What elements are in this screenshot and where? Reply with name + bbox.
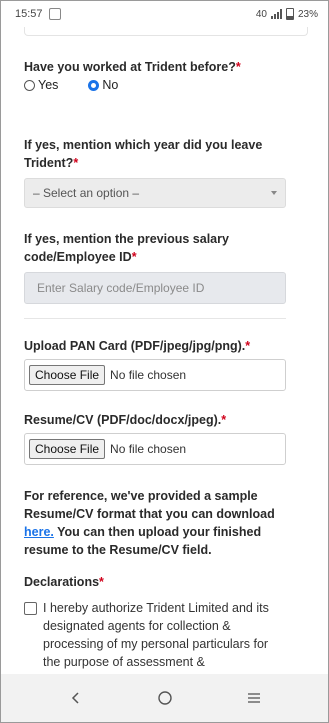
battery-icon xyxy=(285,8,294,20)
declaration-checkbox[interactable] xyxy=(24,602,37,615)
salary-code-input[interactable]: Enter Salary code/Employee ID xyxy=(24,272,286,304)
section-divider xyxy=(24,318,286,319)
battery-level: 23% xyxy=(297,8,318,20)
resume-file-status: No file chosen xyxy=(110,442,187,456)
worked-before-question: Have you worked at Trident before?* xyxy=(24,60,241,74)
declarations-heading: Declarations* xyxy=(24,575,104,589)
status-bar: 15:57 40 23% xyxy=(1,1,328,27)
radio-yes[interactable]: Yes xyxy=(24,78,58,92)
phone-screen: 15:57 40 23% Have you worked at Trident … xyxy=(0,0,329,723)
back-icon xyxy=(71,692,79,704)
sample-resume-link[interactable]: here. xyxy=(24,525,54,539)
leave-year-select[interactable]: – Select an option – xyxy=(24,178,286,208)
home-button[interactable] xyxy=(145,690,185,706)
chevron-down-icon xyxy=(271,191,277,195)
radio-no[interactable]: No xyxy=(88,78,118,92)
menu-icon xyxy=(247,693,260,703)
declaration-text: I hereby authorize Trident Limited and i… xyxy=(43,601,269,669)
salary-code-question: If yes, mention the previous salary code… xyxy=(24,232,229,264)
previous-field-bottom xyxy=(24,27,308,36)
system-nav-bar xyxy=(1,674,328,722)
pan-file-status: No file chosen xyxy=(110,368,187,382)
resume-choose-file-button[interactable]: Choose File xyxy=(29,439,106,459)
status-time: 15:57 xyxy=(15,8,43,20)
reference-note: For reference, we've provided a sample R… xyxy=(24,489,275,557)
notification-icon xyxy=(48,8,61,20)
resume-file-input[interactable]: Choose File No file chosen xyxy=(24,433,286,465)
leave-year-question: If yes, mention which year did you leave… xyxy=(24,138,263,170)
back-button[interactable] xyxy=(56,691,96,705)
pan-choose-file-button[interactable]: Choose File xyxy=(29,365,106,385)
home-icon xyxy=(157,691,172,705)
radio-yes-circle[interactable] xyxy=(24,79,35,91)
form-scroll-area[interactable]: Have you worked at Trident before?* Yes … xyxy=(16,27,328,674)
recents-button[interactable] xyxy=(234,691,274,705)
signal-icon xyxy=(270,9,282,19)
resume-label: Resume/CV (PDF/doc/docx/jpeg).* xyxy=(24,413,227,427)
pan-file-input[interactable]: Choose File No file chosen xyxy=(24,359,286,391)
radio-no-circle[interactable] xyxy=(88,79,100,91)
network-label: 40 xyxy=(255,8,267,20)
pan-card-label: Upload PAN Card (PDF/jpeg/jpg/png).* xyxy=(24,339,251,353)
